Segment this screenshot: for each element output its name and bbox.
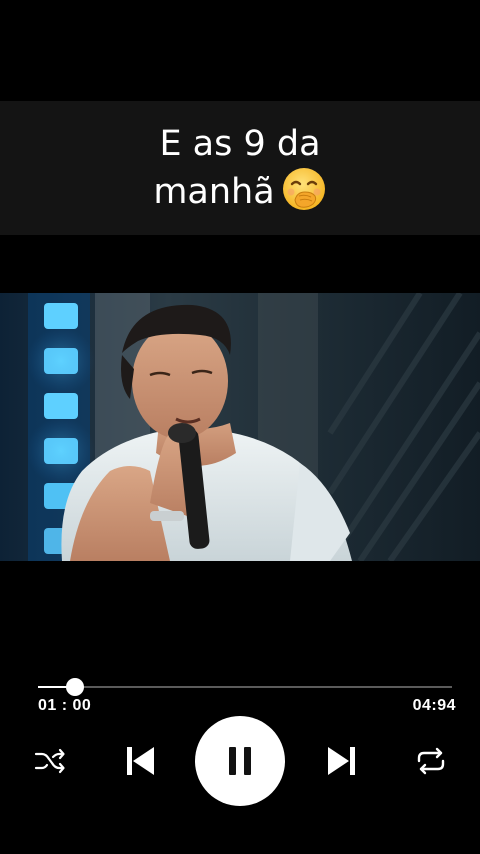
pause-icon (229, 747, 251, 775)
hand-over-mouth-emoji-icon (281, 166, 327, 212)
play-pause-button[interactable] (195, 716, 285, 806)
next-button[interactable] (320, 740, 364, 782)
elapsed-time: 01 : 00 (38, 697, 92, 714)
caption-line-2-text: manhã (153, 172, 275, 212)
repeat-button[interactable] (410, 742, 452, 780)
previous-button[interactable] (118, 740, 162, 782)
video-scene-illustration (0, 293, 480, 561)
seek-thumb[interactable] (66, 678, 85, 696)
seek-track[interactable] (38, 686, 452, 688)
caption-line-2: manhã (153, 168, 326, 216)
repeat-icon (417, 747, 445, 775)
total-time: 04:94 (412, 697, 456, 714)
caption-band: E as 9 da manhã (0, 101, 480, 235)
skip-next-icon (328, 747, 355, 775)
shuffle-button[interactable] (30, 742, 70, 780)
video-frame[interactable] (0, 293, 480, 561)
caption-line-1: E as 9 da (159, 124, 321, 164)
shuffle-icon (34, 748, 65, 774)
seek-bar[interactable] (38, 678, 452, 696)
skip-previous-icon (127, 747, 154, 775)
